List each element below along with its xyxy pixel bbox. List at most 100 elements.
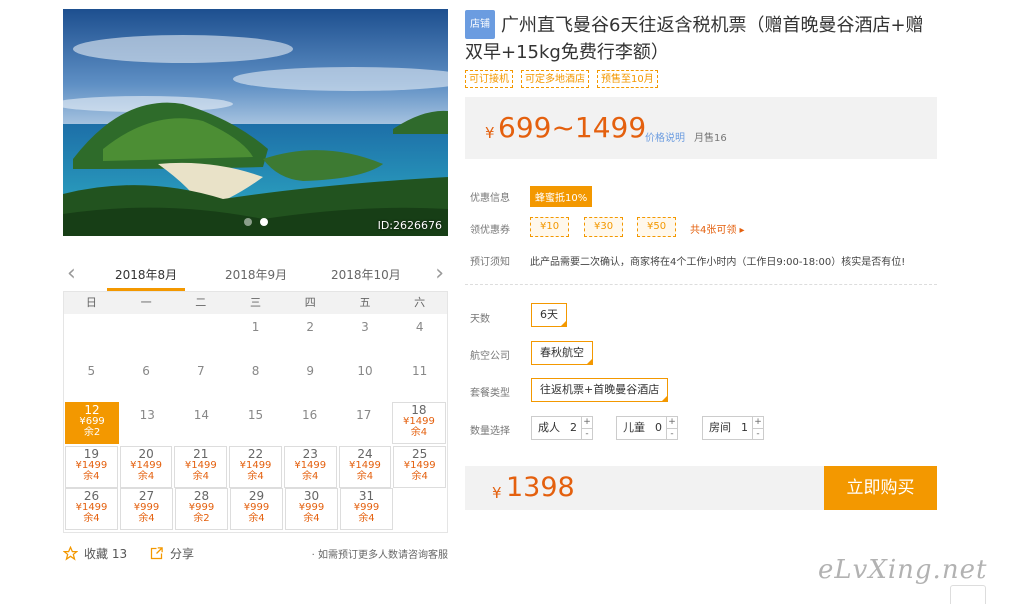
calendar-week-row: 12 ¥699 余2 13 14 15 16 17 18 ¥1499 余4	[64, 402, 447, 446]
coupon-50[interactable]: ¥50	[637, 217, 677, 237]
child-label: 儿童	[623, 421, 645, 434]
room-minus-button[interactable]: -	[753, 428, 763, 439]
calendar-date-cell-available[interactable]: 30 ¥999 余4	[285, 488, 338, 530]
calendar-day-number: 31	[358, 489, 375, 503]
product-title-text: 广州直飞曼谷6天往返含税机票（赠首晚曼谷酒店+赠双早+15kg免费行李额）	[465, 15, 924, 63]
calendar-next-arrow-icon[interactable]: ›	[435, 262, 444, 286]
carousel-dot-active[interactable]	[259, 218, 268, 226]
calendar-day-number: 30	[303, 489, 320, 503]
calendar-body: 1 2 3 4 5 6 7 8 9 10 11 12 ¥699 余2 13 14 15 16 17 18 ¥1499 余4…	[64, 314, 447, 532]
price-box: ¥ 699~1499 价格说明 月售16	[465, 97, 937, 159]
price-range: 699~1499	[498, 111, 647, 144]
calendar-day-number: 12	[84, 403, 100, 417]
calendar-day-stock: 余2	[83, 427, 101, 438]
buy-now-button[interactable]: 立即购买	[824, 466, 937, 510]
calendar-date-cell-available[interactable]: 29 ¥999 余4	[230, 488, 283, 530]
calendar-day-number: 10	[357, 364, 373, 378]
room-plus-button[interactable]: +	[753, 417, 763, 428]
calendar-date-cell-available[interactable]: 18 ¥1499 余4	[391, 402, 446, 444]
feature-tag: 可订接机	[465, 70, 513, 88]
calendar-date-cell-available[interactable]: 23 ¥1499 余4	[283, 446, 337, 488]
favorite-label: 收藏 13	[84, 547, 128, 561]
tab-month-aug[interactable]: 2018年8月	[115, 266, 177, 283]
feature-tag: 可定多地酒店	[521, 70, 589, 88]
quantity-label: 数量选择	[470, 426, 510, 437]
promo-label: 优惠信息	[470, 193, 510, 204]
coupon-30[interactable]: ¥30	[584, 217, 624, 237]
calendar-date-cell-available[interactable]: 19 ¥1499 余4	[65, 446, 118, 488]
child-minus-button[interactable]: -	[667, 428, 677, 439]
calendar-day-price: ¥1499	[75, 460, 108, 471]
child-count[interactable]: 0	[651, 417, 666, 439]
calendar-day-stock: 余4	[192, 471, 209, 482]
calendar-date-cell: 15	[229, 402, 281, 446]
calendar-day-price: ¥999	[133, 502, 160, 513]
total-currency: ¥	[492, 484, 502, 502]
share-button[interactable]: 分享	[149, 545, 194, 562]
child-quantity-stepper: 儿童 0 + -	[616, 416, 678, 440]
calendar-date-cell	[174, 314, 227, 358]
weekday-label: 四	[304, 296, 316, 309]
calendar-prev-arrow-icon[interactable]: ‹	[67, 262, 76, 286]
room-count[interactable]: 1	[737, 417, 752, 439]
calendar-date-cell-available[interactable]: 20 ¥1499 余4	[119, 446, 173, 488]
calendar-date-cell-available[interactable]: 26 ¥1499 余4	[65, 488, 118, 530]
calendar-day-price: ¥1499	[294, 460, 327, 471]
airline-option-selected[interactable]: 春秋航空	[531, 341, 593, 365]
calendar-day-number: 24	[357, 447, 373, 461]
calendar-date-cell-available[interactable]: 21 ¥1499 余4	[174, 446, 228, 488]
calendar-week-row: 26 ¥1499 余4 27 ¥999 余4 28 ¥999 余2 29 ¥999 余4 30 ¥999 余…	[64, 488, 447, 532]
coupon-more-link[interactable]: 共4张可领 ▸	[690, 221, 745, 236]
section-divider	[465, 284, 937, 285]
days-option-selected[interactable]: 6天	[531, 303, 567, 327]
coupon-10[interactable]: ¥10	[530, 217, 570, 237]
calendar-date-cell: 9	[284, 358, 337, 402]
calendar-day-number: 6	[142, 364, 150, 378]
calendar-day-price: ¥1499	[403, 416, 435, 427]
calendar-date-cell: 11	[393, 358, 446, 402]
calendar-date-cell	[65, 314, 118, 358]
edit-corner-button[interactable]	[950, 585, 986, 604]
calendar-date-cell: 7	[174, 358, 227, 402]
calendar-day-number: 17	[356, 408, 372, 422]
adult-plus-button[interactable]: +	[582, 417, 592, 428]
product-photo[interactable]: ID:2626676	[63, 9, 448, 236]
adult-count[interactable]: 2	[566, 417, 581, 439]
feature-tags: 可订接机 可定多地酒店 预售至10月	[465, 70, 658, 88]
weekday-label: 二	[195, 296, 207, 309]
tab-month-oct[interactable]: 2018年10月	[331, 266, 401, 283]
calendar-date-cell-available[interactable]: 12 ¥699 余2	[65, 402, 120, 444]
calendar-day-price: ¥1499	[75, 502, 108, 513]
adult-minus-button[interactable]: -	[582, 428, 592, 439]
calendar-date-cell-available[interactable]: 28 ¥999 余2	[175, 488, 228, 530]
calendar-day-price: ¥999	[243, 502, 270, 513]
calendar-day-price: ¥1499	[403, 460, 436, 471]
calendar-date-cell-available[interactable]: 31 ¥999 余4	[340, 488, 393, 530]
calendar-date-cell-available[interactable]: 22 ¥1499 余4	[229, 446, 282, 488]
calendar-date-cell: 16	[284, 402, 336, 446]
calendar-date-cell-available[interactable]: 27 ¥999 余4	[120, 488, 173, 530]
calendar-day-number: 16	[301, 408, 318, 422]
calendar-day-number: 9	[306, 364, 315, 378]
weekday-label: 日	[85, 296, 97, 309]
child-plus-button[interactable]: +	[667, 417, 677, 428]
shop-tag[interactable]: 店铺	[465, 10, 495, 39]
coupon-label: 领优惠券	[470, 225, 510, 236]
promo-badge: 蜂蜜抵10%	[530, 186, 593, 207]
package-option-selected[interactable]: 往返机票+首晚曼谷酒店	[531, 378, 669, 402]
photo-id-label: ID:2626676	[377, 219, 442, 232]
calendar-date-cell-available[interactable]: 24 ¥1499 余4	[338, 446, 392, 488]
calendar-date-cell-available[interactable]: 25 ¥1499 余4	[393, 446, 447, 488]
calendar-day-number: 20	[138, 447, 154, 461]
calendar-day-number: 14	[193, 408, 209, 422]
calendar-day-number: 7	[196, 364, 205, 378]
calendar-date-cell: 3	[339, 314, 392, 358]
favorite-button[interactable]: 收藏 13	[63, 545, 127, 562]
carousel-dot[interactable]	[243, 218, 252, 226]
calendar-day-stock: 余4	[83, 513, 100, 524]
tab-month-sep[interactable]: 2018年9月	[225, 266, 287, 283]
airline-label: 航空公司	[470, 351, 510, 362]
total-price: 1398	[506, 472, 575, 503]
price-explanation-link[interactable]: 价格说明	[645, 129, 685, 144]
calendar-day-price: ¥1499	[184, 460, 217, 471]
